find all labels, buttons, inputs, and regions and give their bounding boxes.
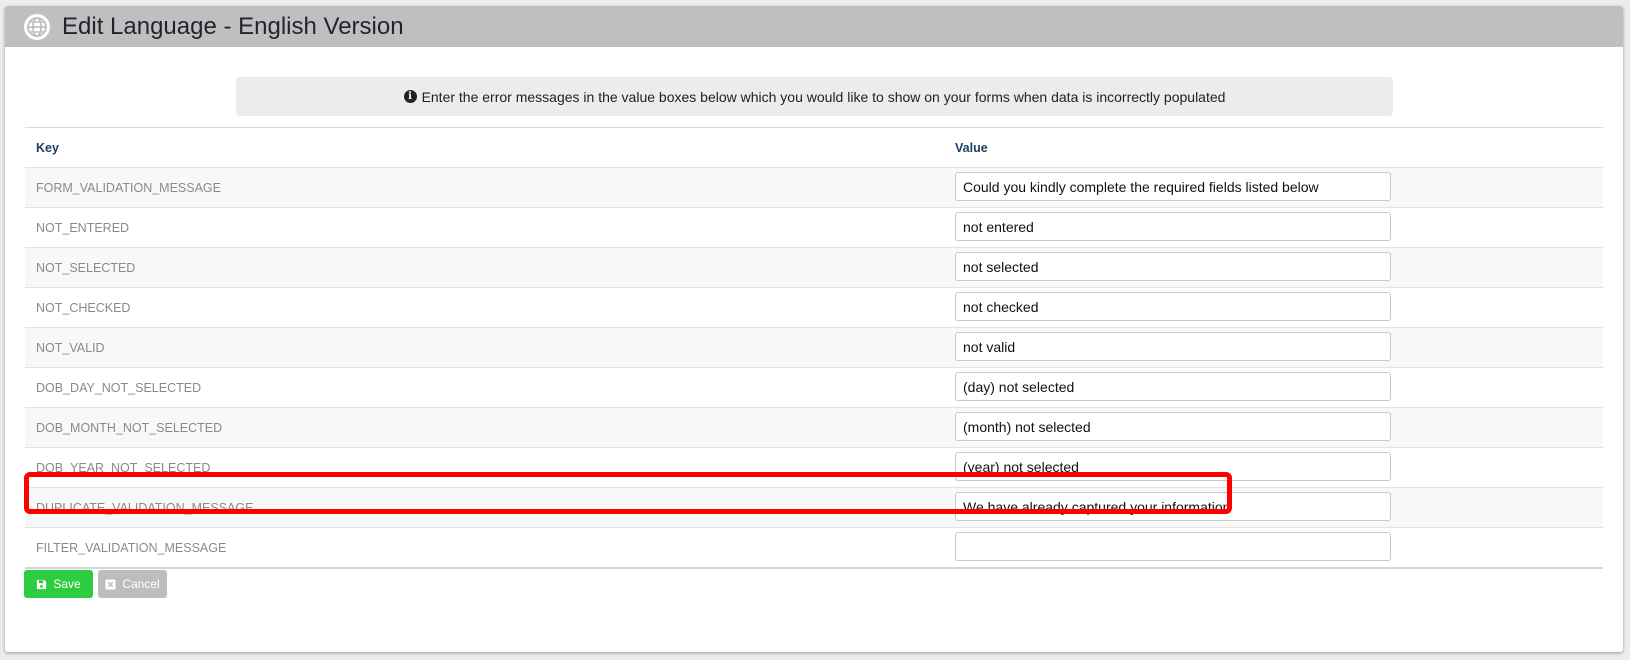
value-input[interactable] [955,252,1391,281]
table-row: DUPLICATE_VALIDATION_MESSAGE [25,488,1603,528]
table-row: NOT_VALID [25,328,1603,368]
page-title: Edit Language - English Version [62,12,404,40]
row-key: FILTER_VALIDATION_MESSAGE [36,540,227,555]
globe-icon [24,13,50,40]
table-row: NOT_ENTERED [25,208,1603,248]
save-button-label: Save [53,577,81,591]
floppy-disk-icon [36,579,47,590]
info-circle-icon: i [403,90,417,103]
cancel-button-label: Cancel [122,577,160,591]
table-header-row: Key Value [25,128,1603,168]
cancel-button[interactable]: Cancel [98,570,167,598]
info-banner: i Enter the error messages in the value … [236,77,1393,116]
value-input[interactable] [955,412,1391,441]
value-input[interactable] [955,172,1391,201]
language-table: Key Value FORM_VALIDATION_MESSAGE NOT_EN… [25,127,1603,569]
table-row: NOT_SELECTED [25,248,1603,288]
value-input[interactable] [955,452,1391,481]
table-row: DOB_YEAR_NOT_SELECTED [25,448,1603,488]
row-key: FORM_VALIDATION_MESSAGE [36,180,221,195]
row-key: NOT_VALID [36,340,105,355]
close-box-icon [105,578,116,590]
value-input[interactable] [955,212,1391,241]
row-key: DOB_DAY_NOT_SELECTED [36,380,202,395]
value-input[interactable] [955,292,1391,321]
value-input[interactable] [955,372,1391,401]
row-key: NOT_SELECTED [36,260,136,275]
row-key: DOB_YEAR_NOT_SELECTED [36,460,211,475]
row-key: NOT_ENTERED [36,220,130,235]
column-header-value: Value [955,140,988,155]
row-key: DUPLICATE_VALIDATION_MESSAGE [36,500,254,515]
save-button[interactable]: Save [24,570,93,598]
panel-header: Edit Language - English Version [5,6,1623,47]
table-row: NOT_CHECKED [25,288,1603,328]
table-row: FILTER_VALIDATION_MESSAGE [25,528,1603,567]
info-banner-text: Enter the error messages in the value bo… [421,88,1226,105]
edit-language-panel: Edit Language - English Version i Enter … [5,6,1623,652]
table-row: DOB_MONTH_NOT_SELECTED [25,408,1603,448]
table-row: DOB_DAY_NOT_SELECTED [25,368,1603,408]
value-input[interactable] [955,492,1391,521]
row-key: NOT_CHECKED [36,300,131,315]
value-input[interactable] [955,532,1391,561]
table-row: FORM_VALIDATION_MESSAGE [25,168,1603,208]
value-input[interactable] [955,332,1391,361]
row-key: DOB_MONTH_NOT_SELECTED [36,420,223,435]
column-header-key: Key [36,140,59,155]
